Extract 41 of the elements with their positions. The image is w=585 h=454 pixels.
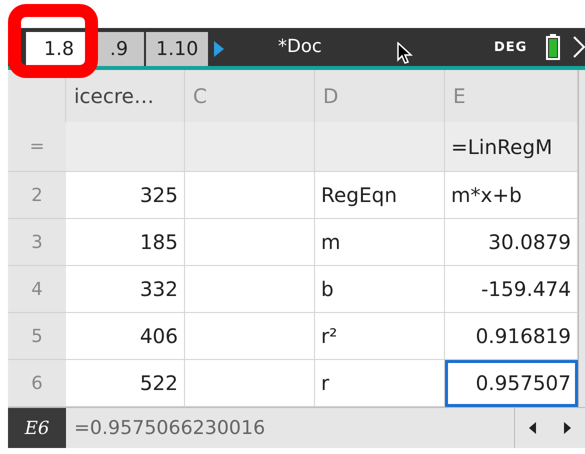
play-arrow-icon[interactable] <box>214 41 224 58</box>
table-cell[interactable]: RegEqn <box>315 172 445 220</box>
table-cell[interactable] <box>185 172 315 220</box>
table-cell[interactable]: -159.474 <box>445 266 578 314</box>
table-cell[interactable]: b <box>315 266 445 314</box>
selected-cell[interactable]: 0.957507 <box>445 360 578 408</box>
table-cell[interactable]: m <box>315 219 445 266</box>
table-cell[interactable] <box>185 219 315 266</box>
table-cell[interactable]: 185 <box>66 219 185 266</box>
formula-cell[interactable] <box>185 122 315 172</box>
table-cell[interactable] <box>185 360 315 408</box>
column-header[interactable]: icecre… <box>74 84 154 108</box>
table-cell[interactable]: 325 <box>66 172 185 220</box>
table-cell[interactable]: r² <box>315 313 445 360</box>
table-cell[interactable]: m*x+b <box>445 172 578 220</box>
page-tab[interactable]: 1.10 <box>146 32 208 66</box>
formula-cell[interactable]: =LinRegM <box>445 122 578 172</box>
cell-reference: E6 <box>8 408 66 448</box>
table-cell[interactable]: 0.916819 <box>445 313 578 360</box>
table-cell[interactable]: 406 <box>66 313 185 360</box>
document-title: *Doc <box>278 36 322 57</box>
row-number: 3 <box>31 232 43 253</box>
left-arrow-icon[interactable] <box>529 422 536 434</box>
formula-row-marker: = <box>29 136 45 158</box>
table-cell[interactable]: 522 <box>66 360 185 408</box>
cursor-icon <box>397 42 413 64</box>
right-arrow-icon[interactable] <box>564 422 571 434</box>
table-cell[interactable]: r <box>315 360 445 408</box>
table-cell[interactable]: 332 <box>66 266 185 314</box>
formula-cell[interactable] <box>66 122 185 172</box>
angle-mode: DEG <box>494 40 528 55</box>
table-cell[interactable] <box>185 266 315 314</box>
row-number: 4 <box>31 278 43 300</box>
formula-cell[interactable] <box>315 122 445 172</box>
row-number: 5 <box>31 326 43 347</box>
battery-icon <box>546 34 560 60</box>
table-cell[interactable] <box>185 313 315 360</box>
row-number: 2 <box>31 184 43 206</box>
row-number: 6 <box>31 372 43 394</box>
table-cell[interactable]: 30.0879 <box>445 219 578 266</box>
cell-value: =0.9575066230016 <box>74 417 266 440</box>
